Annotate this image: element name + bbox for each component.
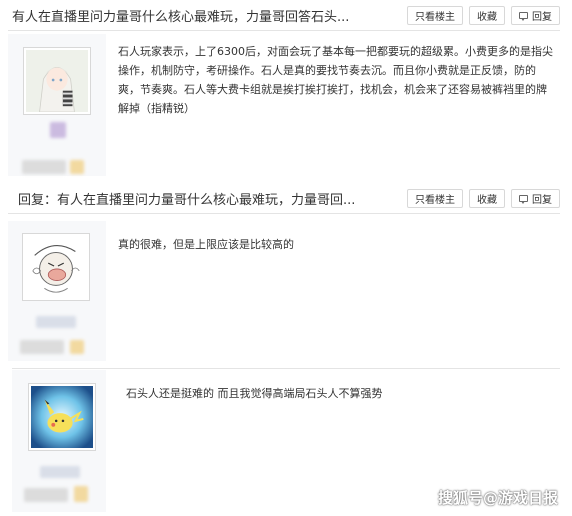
author-name-blurred [36, 316, 76, 328]
author-name-blurred [20, 340, 64, 354]
post-content: 真的很难，但是上限应该是比较高的 [118, 238, 294, 251]
pikachu-avatar-icon [31, 386, 93, 448]
divider [8, 30, 560, 31]
reply-label: 回复 [532, 11, 552, 23]
avatar[interactable] [23, 47, 91, 115]
anime-girl-avatar-icon [26, 50, 88, 112]
cartoon-character-avatar-icon [25, 236, 87, 298]
avatar[interactable] [22, 233, 90, 301]
favorite-button[interactable]: 收藏 [469, 188, 505, 208]
reply-icon [519, 194, 528, 204]
thread-header-2: 回复：有人在直播里问力量哥什么核心最难玩，力量哥回... 只看楼主 收藏 回复 [0, 183, 572, 213]
op-only-label: 只看楼主 [415, 11, 455, 23]
thread-header-1: 有人在直播里问力量哥什么核心最难玩，力量哥回答石头... 只看楼主 收藏 回复 [0, 0, 572, 30]
thread-title[interactable]: 回复：有人在直播里问力量哥什么核心最难玩，力量哥回... [0, 189, 407, 208]
author-level-blurred [70, 340, 84, 354]
thread-toolbar: 只看楼主 收藏 回复 [407, 5, 572, 25]
op-only-button[interactable]: 只看楼主 [407, 188, 463, 208]
thread-title[interactable]: 有人在直播里问力量哥什么核心最难玩，力量哥回答石头... [0, 6, 407, 25]
op-only-button[interactable]: 只看楼主 [407, 5, 463, 25]
favorite-label: 收藏 [477, 194, 497, 206]
favorite-label: 收藏 [477, 11, 497, 23]
thread-toolbar: 只看楼主 收藏 回复 [407, 188, 572, 208]
author-name-blurred [22, 160, 66, 174]
favorite-button[interactable]: 收藏 [469, 5, 505, 25]
divider [8, 213, 560, 214]
author-name-blurred [24, 488, 68, 502]
post-content: 石人玩家表示，上了6300后，对面会玩了基本每一把都要玩的超级累。小费更多的是指… [118, 45, 553, 115]
author-name-blurred [40, 466, 80, 478]
op-only-label: 只看楼主 [415, 194, 455, 206]
reply-button[interactable]: 回复 [511, 188, 560, 208]
reply-label: 回复 [532, 194, 552, 206]
reply-icon [519, 11, 528, 21]
author-level-blurred [70, 160, 84, 174]
avatar[interactable] [28, 383, 96, 451]
watermark: 搜狐号@游戏日报 [437, 489, 558, 507]
author-level-blurred [74, 486, 88, 502]
author-badge-blurred [50, 122, 66, 138]
divider [12, 368, 560, 369]
reply-button[interactable]: 回复 [511, 5, 560, 25]
post-content: 石头人还是挺难的 而且我觉得高端局石头人不算强势 [126, 387, 383, 400]
